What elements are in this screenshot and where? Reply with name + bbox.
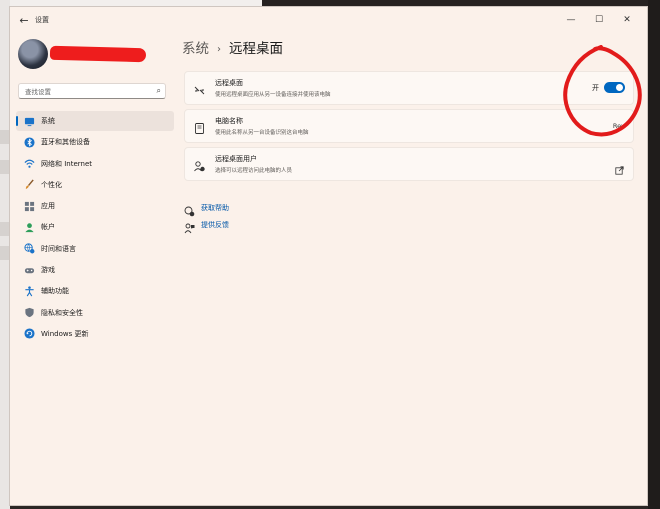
redaction-mark (49, 45, 147, 63)
get-help-link[interactable]: 获取帮助 (184, 199, 229, 217)
sidebar-item-time-language[interactable]: 时间和语言 (16, 239, 174, 259)
back-button[interactable]: ← (16, 13, 32, 29)
sidebar-item-gaming[interactable]: 游戏 (16, 260, 174, 280)
external-link-icon (615, 160, 624, 175)
apps-icon (23, 200, 35, 212)
page-title: 远程桌面 (229, 41, 283, 57)
remote-desktop-icon (193, 82, 206, 95)
globe-clock-icon (23, 243, 35, 255)
avatar (18, 39, 48, 69)
sidebar-item-apps[interactable]: 应用 (16, 196, 174, 216)
maximize-button[interactable]: ☐ (585, 11, 613, 29)
search-icon: ⌕ (156, 86, 161, 95)
window-controls: — ☐ ✕ (557, 11, 641, 29)
remote-desktop-users-card[interactable]: 远程桌面用户 选择可以远程访问此电脑的人员 (184, 147, 634, 181)
paintbrush-icon (23, 179, 35, 191)
sidebar-item-accessibility[interactable]: 辅助功能 (16, 281, 174, 301)
shield-icon (23, 307, 35, 319)
sidebar-item-accounts[interactable]: 帐户 (16, 217, 174, 237)
help-links: 获取帮助 提供反馈 (184, 199, 229, 234)
monitor-icon (23, 115, 35, 127)
chevron-right-icon: › (217, 44, 221, 55)
red-circle-annotation (563, 45, 642, 137)
sidebar-item-personalization[interactable]: 个性化 (16, 175, 174, 195)
sidebar-item-windows-update[interactable]: Windows 更新 (16, 324, 174, 344)
help-chat-icon (184, 202, 195, 217)
wifi-icon (23, 158, 35, 170)
user-profile[interactable] (18, 39, 178, 75)
bluetooth-icon (23, 136, 35, 148)
feedback-icon (184, 219, 195, 234)
users-icon (193, 158, 206, 172)
app-title: 设置 (35, 16, 49, 24)
computer-name-icon (193, 120, 206, 134)
accessibility-icon (23, 285, 35, 297)
minimize-button[interactable]: — (557, 11, 585, 29)
title-bar: ← 设置 — ☐ ✕ (10, 7, 647, 35)
sidebar-nav: 系统 蓝牙和其他设备 网络和 Internet 个性化 应用 帐户 时间和语言 … (16, 111, 174, 345)
account-icon (23, 221, 35, 233)
search-box[interactable]: ⌕ (18, 83, 166, 99)
sidebar-item-bluetooth[interactable]: 蓝牙和其他设备 (16, 132, 174, 152)
update-icon (23, 328, 35, 340)
close-button[interactable]: ✕ (613, 11, 641, 29)
breadcrumb-parent[interactable]: 系统 (182, 41, 209, 57)
settings-window: ← 设置 — ☐ ✕ ⌕ 系统 蓝牙和其他设备 (9, 6, 648, 506)
sidebar-item-system[interactable]: 系统 (16, 111, 174, 131)
search-input[interactable] (23, 85, 147, 99)
gamepad-icon (23, 264, 35, 276)
sidebar-item-privacy[interactable]: 隐私和安全性 (16, 303, 174, 323)
give-feedback-link[interactable]: 提供反馈 (184, 216, 229, 234)
arrow-left-icon: ← (19, 14, 29, 27)
sidebar-item-network[interactable]: 网络和 Internet (16, 154, 174, 174)
breadcrumb: 系统 › 远程桌面 (182, 37, 283, 57)
background-right-strip (648, 0, 660, 509)
